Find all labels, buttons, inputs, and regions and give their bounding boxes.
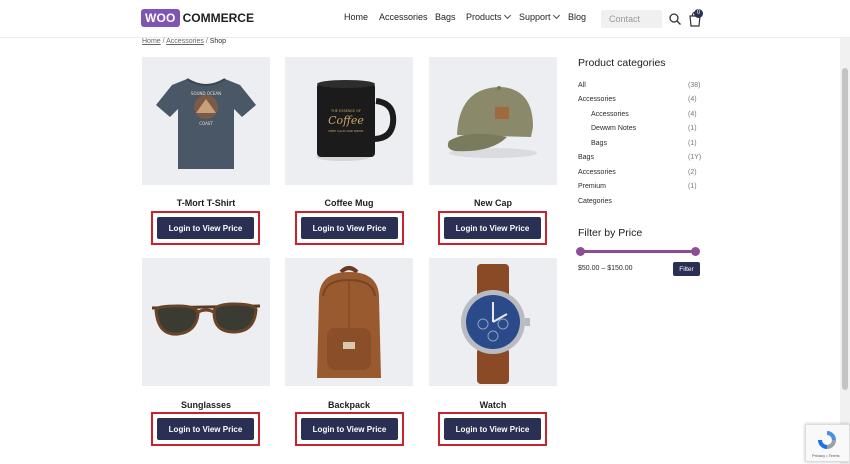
highlight-frame: Login to View Price xyxy=(438,412,547,446)
category-count: (2) xyxy=(688,169,697,176)
price-range-label: $50.00 – $150.00 xyxy=(578,265,633,272)
subcategory-link-accessories[interactable]: Accessories xyxy=(591,111,629,118)
breadcrumb-accessories[interactable]: Accessories xyxy=(166,38,204,45)
recaptcha-badge[interactable]: Privacy • Terms xyxy=(805,424,850,462)
recaptcha-terms-link[interactable]: Privacy • Terms xyxy=(812,453,840,458)
product-image-tshirt[interactable]: SOUND OCEAN COAST xyxy=(142,57,270,185)
product-name[interactable]: Sunglasses xyxy=(142,400,270,410)
highlight-frame: Login to View Price xyxy=(151,412,260,446)
subcategory-link-dewwm-notes[interactable]: Dewwm Notes xyxy=(591,125,636,132)
product-name[interactable]: Coffee Mug xyxy=(285,198,413,208)
category-count: (1Y) xyxy=(688,154,702,161)
cap-image xyxy=(447,86,537,158)
mug-print-text: KEEP CALM AND DRINK xyxy=(329,129,365,133)
product-image-sunglasses[interactable] xyxy=(142,258,270,386)
product-image-cap[interactable] xyxy=(429,57,557,185)
nav-products-label: Products xyxy=(466,12,502,22)
highlight-frame: Login to View Price xyxy=(151,211,260,245)
mug-image: THE ESSENCE OF Coffee KEEP CALM AND DRIN… xyxy=(316,80,397,161)
filter-by-price-heading: Filter by Price xyxy=(578,227,643,239)
woocommerce-logo[interactable]: WOO COMMERCE xyxy=(141,9,254,27)
product-image-watch[interactable] xyxy=(429,258,557,386)
nav-products[interactable]: Products xyxy=(466,11,511,22)
tshirt-image: SOUND OCEAN COAST xyxy=(156,78,256,169)
product-image-backpack[interactable] xyxy=(285,258,413,386)
highlight-frame: Login to View Price xyxy=(438,211,547,245)
logo-woo-mark: WOO xyxy=(141,9,180,27)
nav-support[interactable]: Support xyxy=(519,11,560,22)
login-to-view-price-button[interactable]: Login to View Price xyxy=(444,217,541,239)
product-image-mug[interactable]: THE ESSENCE OF Coffee KEEP CALM AND DRIN… xyxy=(285,57,413,185)
price-slider-track[interactable] xyxy=(580,250,696,253)
mug-print-text: Coffee xyxy=(328,114,364,127)
product-categories-heading: Product categories xyxy=(578,57,666,69)
subcategory-link-bags[interactable]: Bags xyxy=(591,140,607,147)
category-count: (1) xyxy=(688,140,697,147)
category-count: (1) xyxy=(688,183,697,190)
nav-blog[interactable]: Blog xyxy=(568,12,586,22)
highlight-frame: Login to View Price xyxy=(295,211,404,245)
login-to-view-price-button[interactable]: Login to View Price xyxy=(157,418,254,440)
category-count: (4) xyxy=(688,111,697,118)
login-to-view-price-button[interactable]: Login to View Price xyxy=(301,418,398,440)
filter-button[interactable]: Filter xyxy=(673,262,700,276)
breadcrumb-current: Shop xyxy=(209,38,227,45)
chevron-down-icon xyxy=(503,11,511,20)
search-icon[interactable] xyxy=(668,12,682,26)
tshirt-print-text: COAST xyxy=(199,121,213,126)
category-link-all[interactable]: All xyxy=(578,82,586,89)
scrollbar-thumb[interactable] xyxy=(842,68,848,390)
highlight-frame: Login to View Price xyxy=(295,412,404,446)
site-header: WOO COMMERCE Home Accessories Bags Produ… xyxy=(0,0,850,38)
nav-support-label: Support xyxy=(519,12,551,22)
tshirt-print-text: SOUND OCEAN xyxy=(191,91,221,96)
login-to-view-price-button[interactable]: Login to View Price xyxy=(157,217,254,239)
login-to-view-price-button[interactable]: Login to View Price xyxy=(444,418,541,440)
logo-wordmark: COMMERCE xyxy=(182,11,254,25)
category-link-categories[interactable]: Categories xyxy=(578,198,612,205)
category-count: (38) xyxy=(688,82,701,89)
price-slider-max-handle[interactable] xyxy=(691,247,700,256)
product-name[interactable]: Watch xyxy=(429,400,557,410)
category-link-premium[interactable]: Premium xyxy=(578,183,606,190)
category-count: (4) xyxy=(688,96,697,103)
backpack-image xyxy=(317,266,381,378)
contact-field[interactable] xyxy=(601,10,662,28)
breadcrumb: Home / Accessories / Shop xyxy=(142,38,226,45)
category-link-accessories[interactable]: Accessories xyxy=(578,96,616,103)
category-count: (1) xyxy=(688,125,697,132)
chevron-down-icon xyxy=(552,11,560,20)
category-link-accessories-2[interactable]: Accessories xyxy=(578,169,616,176)
nav-accessories[interactable]: Accessories xyxy=(379,12,428,22)
watch-image xyxy=(461,264,530,384)
product-name[interactable]: Backpack xyxy=(285,400,413,410)
mug-print-text: THE ESSENCE OF xyxy=(330,109,361,113)
category-link-bags[interactable]: Bags xyxy=(578,154,594,161)
login-to-view-price-button[interactable]: Login to View Price xyxy=(301,217,398,239)
cart-count-badge: 0 xyxy=(694,9,703,18)
product-name[interactable]: New Cap xyxy=(429,198,557,208)
sunglasses-image xyxy=(151,302,261,336)
product-name[interactable]: T-Mort T-Shirt xyxy=(142,198,270,208)
nav-bags[interactable]: Bags xyxy=(435,12,456,22)
recaptcha-icon xyxy=(818,431,836,449)
price-slider-min-handle[interactable] xyxy=(576,247,585,256)
breadcrumb-home[interactable]: Home xyxy=(142,38,161,45)
nav-home[interactable]: Home xyxy=(344,12,368,22)
